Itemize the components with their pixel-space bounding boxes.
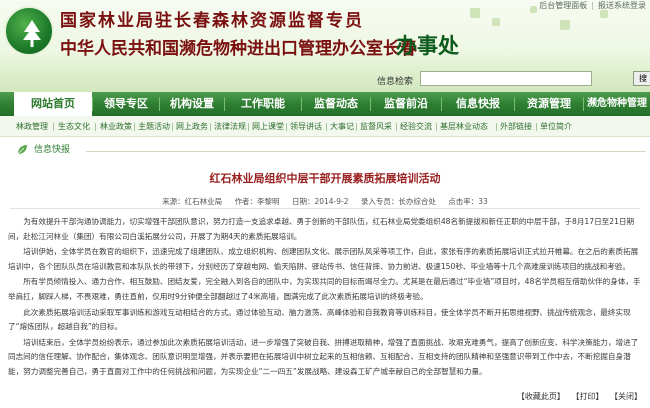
subnav-divider	[134, 123, 135, 131]
subnav-divider	[496, 123, 497, 131]
article-paragraph: 培训伊始，全体学员在教官的组织下，迅速完成了组建团队、成立组织机构、创建团队文化…	[8, 247, 639, 271]
nav-item-supervision-news[interactable]: 监督动态	[302, 92, 370, 116]
search-button[interactable]: 搜	[633, 71, 650, 86]
subnav-item[interactable]: 网上政务	[176, 116, 208, 137]
nav-item-functions[interactable]: 工作职能	[225, 92, 301, 116]
subnav-item[interactable]: 林政管理	[16, 116, 48, 137]
subnav-item[interactable]: 网上课堂	[252, 116, 284, 137]
admin-panel-link[interactable]: 后台管理面板	[535, 1, 591, 10]
article-title: 红石林业局组织中层干部开展素质拓展培训活动	[209, 172, 441, 185]
subnav-divider	[286, 123, 287, 131]
article-views: 点击率：33	[448, 197, 488, 206]
article-paragraph: 所有学员倾情投入、通力合作、相互鼓励、团结友爱，完全融入到各自的团队中，为实现共…	[8, 277, 641, 301]
decorative-square	[560, 20, 570, 30]
decorative-square	[492, 18, 500, 26]
article-author: 作者：李黎明	[234, 197, 280, 206]
nav-item-resource-mgmt[interactable]: 资源管理	[515, 92, 583, 116]
subnav-divider	[436, 123, 437, 131]
forestry-logo-icon	[4, 6, 54, 56]
print-link[interactable]: 【打印】	[569, 392, 605, 401]
nav-item-home[interactable]: 网站首页	[14, 92, 92, 116]
nav-item-leaders[interactable]: 领导专区	[93, 92, 159, 116]
header-title-line1: 国家林业局驻长春森林资源监督专员	[60, 11, 364, 31]
subnav-item[interactable]: 生态文化	[58, 116, 90, 137]
article-paragraph: 培训结束后，全体学员纷纷表示，通过参加此次素质拓展培训活动，进一步增强了突破自我…	[8, 337, 639, 376]
subnav-item[interactable]: 经验交流	[400, 116, 432, 137]
subnav-divider	[356, 123, 357, 131]
subnav-item[interactable]: 法律法规	[214, 116, 246, 137]
subnav-divider	[536, 123, 537, 131]
header-office-title: 办事处	[396, 33, 459, 58]
article-divider	[10, 208, 640, 209]
subnav-item[interactable]: 监督风采	[360, 116, 392, 137]
subnav-item[interactable]: 单位简介	[540, 116, 572, 137]
main-nav: 网站首页 领导专区 机构设置 工作职能 监督动态 监督前沿 信息快报 资源管理 …	[0, 92, 650, 116]
article-submitter: 录入专员：长办综合处	[360, 197, 436, 206]
subnav-divider	[326, 123, 327, 131]
nav-item-info-express[interactable]: 信息快报	[442, 92, 514, 116]
nav-item-supervision-frontier[interactable]: 监督前沿	[371, 92, 441, 116]
sub-nav: 林政管理 生态文化 林业政策 主题活动 网上政务 法律法规 网上课堂 领导讲话 …	[0, 116, 650, 137]
article-paragraph: 为有效提升干部沟通协调能力，切实增强干部团队意识，努力打造一支追求卓越、勇于创新…	[8, 217, 635, 241]
close-link[interactable]: 【关闭】	[608, 392, 644, 401]
article-footer-actions: 【收藏此页】 【打印】 【关闭】	[515, 391, 644, 402]
article-date: 日期：2014-9-2	[291, 197, 349, 206]
leaf-icon	[17, 145, 27, 155]
article-paragraph: 此次素质拓展培训活动采取军事训练和游戏互动相结合的方式。通过体验互动、脑力激荡、…	[8, 307, 631, 332]
header-title-line2: 中华人民共和国濒危物种进出口管理办公室长春	[60, 39, 417, 59]
subnav-divider	[172, 123, 173, 131]
subnav-divider	[396, 123, 397, 131]
site-header: 国家林业局驻长春森林资源监督专员 中华人民共和国濒危物种进出口管理办公室长春 办…	[0, 0, 650, 92]
subnav-item[interactable]: 林业政策	[100, 116, 132, 137]
decorative-square	[600, 10, 608, 18]
subnav-item[interactable]: 主题活动	[138, 116, 170, 137]
subnav-divider	[95, 123, 96, 131]
subnav-divider	[248, 123, 249, 131]
breadcrumb-label[interactable]: 信息快报	[34, 144, 70, 156]
article-source: 来源：红石林业局	[162, 197, 223, 206]
nav-item-organization[interactable]: 机构设置	[160, 92, 224, 116]
report-system-link[interactable]: 报送系统登录	[594, 1, 650, 10]
article-meta: 来源：红石林业局 作者：李黎明 日期：2014-9-2 录入专员：长办综合处 点…	[0, 196, 650, 207]
subnav-item[interactable]: 领导讲话	[290, 116, 322, 137]
nav-item-endangered-species[interactable]: 濒危物种管理	[584, 92, 650, 116]
subnav-item[interactable]: 大事记	[330, 116, 354, 137]
subnav-divider	[53, 123, 54, 131]
subnav-divider	[210, 123, 211, 131]
decorative-square	[470, 8, 480, 18]
subnav-item[interactable]: 外部链接	[500, 116, 532, 137]
utility-links: 后台管理面板 | 报送系统登录	[535, 0, 650, 11]
subnav-item[interactable]: 基层林业动态	[440, 116, 488, 137]
breadcrumb: 信息快报	[4, 144, 650, 156]
favorite-link[interactable]: 【收藏此页】	[515, 392, 567, 401]
breadcrumb-divider	[86, 151, 646, 152]
search-label: 信息检索	[377, 77, 414, 87]
search-input[interactable]	[420, 71, 592, 86]
article-body: 为有效提升干部沟通协调能力，切实增强干部团队意识，努力打造一支追求卓越、勇于创新…	[8, 215, 644, 381]
